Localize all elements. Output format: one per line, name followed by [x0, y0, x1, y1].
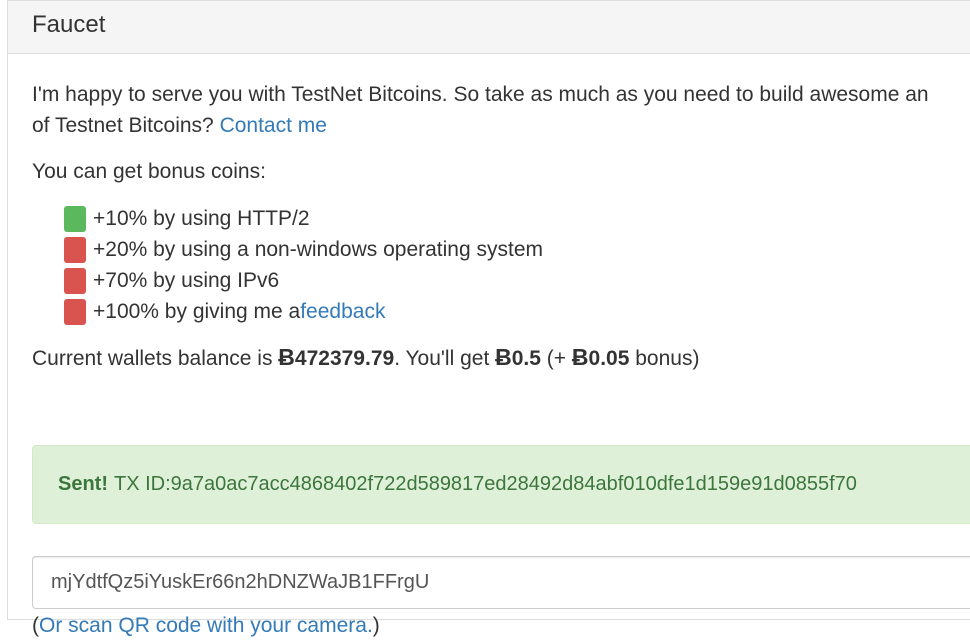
qr-scan-line: (Or scan QR code with your camera.)	[32, 610, 380, 641]
bonus-item-text: +100% by giving me a	[93, 300, 301, 323]
payout-amount: 0.5	[511, 347, 541, 370]
intro-line-2-text: of Testnet Bitcoins?	[32, 114, 220, 137]
feedback-link[interactable]: feedback	[300, 296, 385, 327]
tx-id: 9a7a0ac7acc4868402f722d589817ed28492d84a…	[170, 473, 857, 495]
bonus-amount: 0.05	[588, 347, 630, 370]
intro-text: I'm happy to serve you with TestNet Bitc…	[32, 79, 970, 141]
bonus-item-ipv6: +70% by using IPv6	[64, 265, 543, 296]
balance-open: (+	[540, 347, 572, 370]
bonus-list: +10% by using HTTP/2 +20% by using a non…	[64, 203, 543, 327]
scan-qr-link[interactable]: Or scan QR code with your camera.	[39, 614, 373, 637]
qr-open-paren: (	[32, 614, 39, 637]
bonus-item-os: +20% by using a non-windows operating sy…	[64, 234, 543, 265]
balance-amount: 472379.79	[294, 347, 395, 370]
balance-suffix: bonus)	[629, 347, 700, 370]
tx-label: TX ID:	[114, 473, 171, 495]
intro-line-2: of Testnet Bitcoins? Contact me	[32, 110, 970, 141]
faucet-panel: Faucet I'm happy to serve you with TestN…	[7, 0, 970, 637]
bonus-item-text: +70% by using IPv6	[93, 269, 280, 292]
bitcoin-icon: Ƀ	[495, 344, 512, 370]
intro-line-1: I'm happy to serve you with TestNet Bitc…	[32, 83, 929, 106]
wallet-address-input[interactable]	[32, 556, 970, 609]
qr-close-paren: )	[372, 614, 380, 637]
balance-middle: . You'll get	[394, 347, 496, 370]
bitcoin-icon: Ƀ	[278, 344, 295, 370]
success-alert: Sent! TX ID: 9a7a0ac7acc4868402f722d5898…	[32, 445, 970, 524]
bonus-item-text: +10% by using HTTP/2	[93, 207, 310, 230]
balance-prefix: Current wallets balance is	[32, 347, 279, 370]
bonus-item-feedback: +100% by giving me a feedback	[64, 296, 543, 327]
wallet-balance: Current wallets balance is Ƀ472379.79. Y…	[32, 342, 699, 374]
bonus-title: You can get bonus coins:	[32, 160, 266, 183]
panel-title: Faucet	[8, 1, 970, 54]
contact-link[interactable]: Contact me	[220, 114, 327, 137]
bitcoin-icon: Ƀ	[571, 344, 589, 370]
status-ok-indicator	[64, 205, 86, 232]
bonus-item-http2: +10% by using HTTP/2	[64, 203, 543, 234]
status-no-indicator	[64, 298, 86, 325]
status-no-indicator	[64, 267, 86, 294]
status-no-indicator	[64, 236, 86, 263]
alert-status: Sent!	[58, 473, 108, 495]
bonus-item-text: +20% by using a non-windows operating sy…	[93, 238, 544, 261]
